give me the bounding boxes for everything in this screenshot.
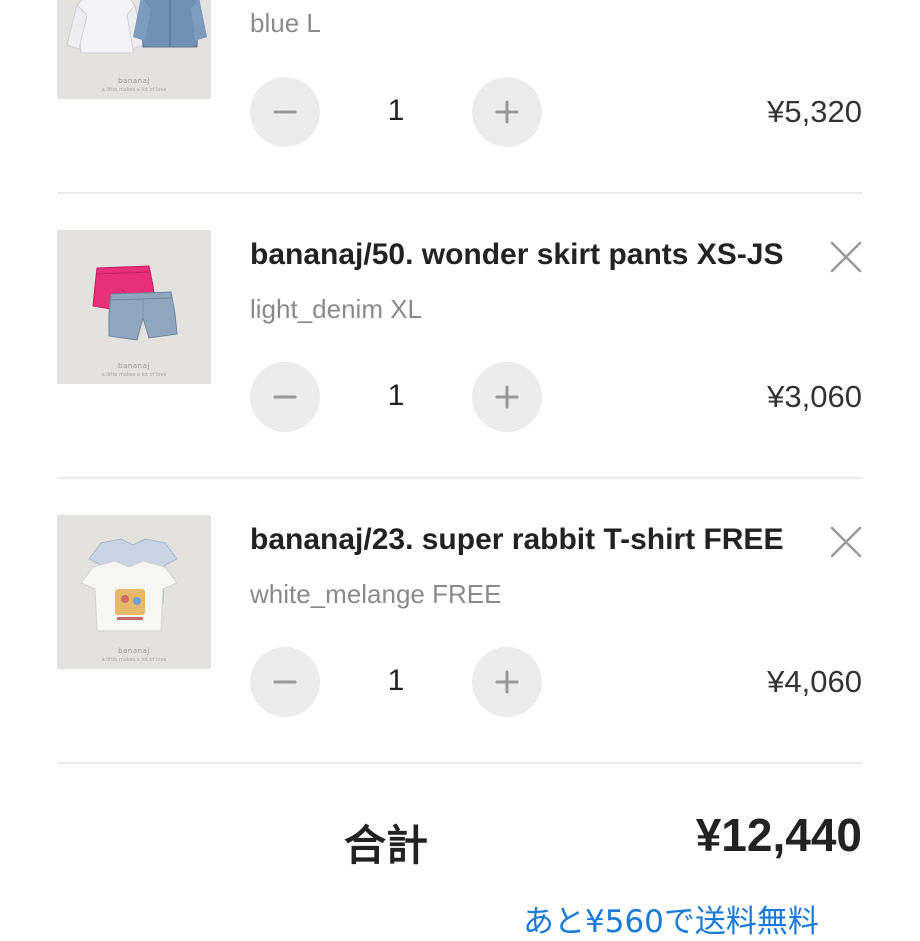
product-image-skirt-pants xyxy=(92,265,178,341)
quantity-value: 1 xyxy=(387,379,405,412)
product-image-tshirt xyxy=(80,538,178,632)
minus-icon xyxy=(273,110,297,114)
decrease-quantity-button[interactable] xyxy=(250,362,320,432)
minus-icon xyxy=(273,680,297,684)
thumbnail-brand-mark: bananaj xyxy=(118,647,150,655)
decrease-quantity-button[interactable] xyxy=(250,77,320,147)
thumbnail-brand-tagline: a little makes a lot of love xyxy=(101,87,167,93)
close-icon xyxy=(830,526,862,558)
item-variant: white_melange FREE xyxy=(250,579,502,609)
thumbnail-brand-tagline: a little makes a lot of love xyxy=(101,657,167,663)
remove-item-button[interactable] xyxy=(828,239,864,275)
product-thumbnail[interactable]: bananaj a little makes a lot of love xyxy=(57,230,211,384)
item-variant: light_denim XL xyxy=(250,294,422,324)
total-label: 合計 xyxy=(344,821,429,870)
close-icon xyxy=(830,241,862,273)
item-divider xyxy=(57,192,863,194)
thumbnail-brand-mark: bananaj xyxy=(118,362,150,370)
product-thumbnail[interactable]: bananaj a little makes a lot of love xyxy=(57,515,211,669)
increase-quantity-button[interactable] xyxy=(472,647,542,717)
item-divider xyxy=(57,477,863,479)
plus-icon xyxy=(495,100,519,124)
total-value: ¥12,440 xyxy=(695,809,862,861)
minus-icon xyxy=(273,395,297,399)
product-thumbnail[interactable]: bananaj a little makes a lot of love xyxy=(57,0,211,99)
quantity-value: 1 xyxy=(387,94,405,127)
item-title[interactable]: bananaj/23. super rabbit T-shirt FREE xyxy=(250,523,783,557)
plus-icon xyxy=(495,670,519,694)
item-divider xyxy=(57,762,863,764)
decrease-quantity-button[interactable] xyxy=(250,647,320,717)
increase-quantity-button[interactable] xyxy=(472,362,542,432)
increase-quantity-button[interactable] xyxy=(472,77,542,147)
thumbnail-brand-tagline: a little makes a lot of love xyxy=(101,372,167,378)
item-variant: blue L xyxy=(250,8,321,38)
remove-item-button[interactable] xyxy=(828,524,864,560)
item-price: ¥5,320 xyxy=(767,94,862,129)
quantity-value: 1 xyxy=(387,664,405,697)
thumbnail-brand-mark: bananaj xyxy=(118,77,150,85)
item-price: ¥4,060 xyxy=(767,664,862,699)
item-title[interactable]: bananaj/50. wonder skirt pants XS-JS xyxy=(250,238,784,272)
plus-icon xyxy=(495,385,519,409)
free-shipping-message[interactable]: あと¥560で送料無料 xyxy=(523,896,819,941)
item-price: ¥3,060 xyxy=(767,379,862,414)
